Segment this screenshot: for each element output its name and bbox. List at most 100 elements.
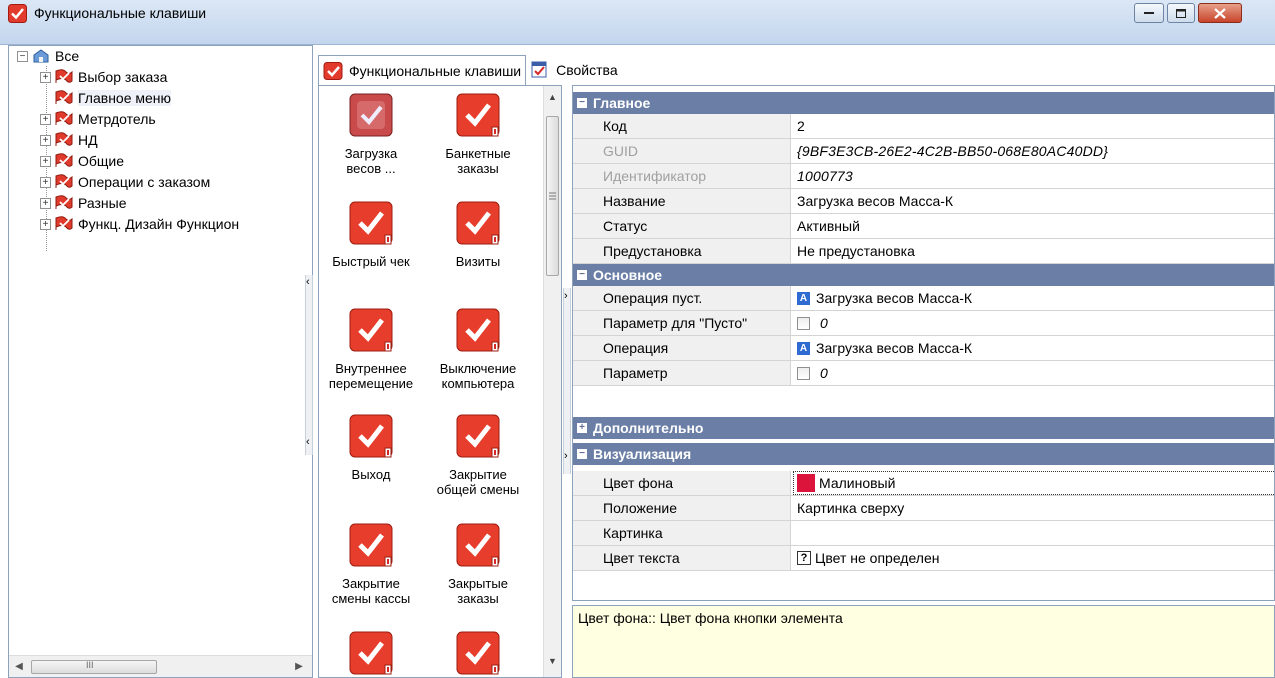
key-check-icon bbox=[349, 93, 393, 137]
maximize-button[interactable] bbox=[1167, 3, 1195, 23]
key-exit[interactable]: Выход bbox=[319, 414, 426, 482]
expand-icon[interactable]: + bbox=[40, 113, 51, 125]
prop-row-op-empty[interactable]: Операция пуст. A Загрузка весов Масса-К bbox=[573, 286, 1274, 311]
category-tree: − Все + Выбор заказа Главное меню + Метр… bbox=[9, 46, 312, 655]
param-empty-checkbox[interactable] bbox=[797, 316, 810, 330]
prop-row-status[interactable]: Статус Активный bbox=[573, 214, 1274, 239]
prop-row-guid[interactable]: GUID {9BF3E3CB-26E2-4C2B-BB50-068E80AC40… bbox=[573, 139, 1274, 164]
red-check-icon bbox=[323, 61, 343, 80]
tab-label: Функциональные клавиши bbox=[349, 62, 522, 79]
keys-vertical-scrollbar[interactable]: ▲ ▼ bbox=[543, 86, 561, 677]
expand-icon[interactable]: + bbox=[40, 71, 51, 83]
collapse-icon[interactable]: − bbox=[577, 270, 587, 280]
tree-item-misc[interactable]: + Разные bbox=[40, 193, 127, 213]
expand-icon[interactable]: + bbox=[40, 155, 51, 167]
section-visual[interactable]: − Визуализация bbox=[573, 443, 1274, 465]
key-close-common-shift[interactable]: Закрытие общей смены bbox=[423, 414, 533, 497]
scroll-left-icon[interactable]: ◀ bbox=[11, 659, 27, 675]
key-close-cash-shift[interactable]: Закрытие смены кассы bbox=[319, 523, 426, 606]
prop-row-identifier[interactable]: Идентификатор 1000773 bbox=[573, 164, 1274, 189]
expand-icon[interactable]: + bbox=[40, 197, 51, 209]
tree-item-maitre[interactable]: + Метрдотель bbox=[40, 109, 156, 129]
red-flag-icon bbox=[55, 90, 73, 104]
key-label: Визиты bbox=[455, 254, 501, 269]
prop-row-position[interactable]: Положение Картинка сверху bbox=[573, 496, 1274, 521]
prop-row-bg-color[interactable]: Цвет фона Малиновый bbox=[573, 471, 1274, 496]
tree-item-func-design[interactable]: + Функц. Дизайн Функцион bbox=[40, 214, 239, 234]
tree-item-label: Функц. Дизайн Функцион bbox=[78, 216, 240, 232]
prop-row-picture[interactable]: Картинка bbox=[573, 521, 1274, 546]
prop-row-operation[interactable]: Операция A Загрузка весов Масса-К bbox=[573, 336, 1274, 361]
tab-properties[interactable]: Свойства bbox=[526, 55, 621, 85]
scroll-right-icon[interactable]: ▶ bbox=[291, 659, 307, 675]
expand-icon[interactable]: + bbox=[577, 423, 587, 433]
prop-row-text-color[interactable]: Цвет текста ? Цвет не определен bbox=[573, 546, 1274, 571]
key-banquet-orders[interactable]: Банкетные заказы bbox=[423, 93, 533, 176]
key-check-icon bbox=[456, 308, 500, 352]
key-check-icon bbox=[349, 523, 393, 567]
tree-item-order-select[interactable]: + Выбор заказа bbox=[40, 67, 167, 87]
middle-splitter[interactable] bbox=[563, 288, 571, 474]
key-visits[interactable]: Визиты bbox=[423, 201, 533, 269]
prop-row-preset[interactable]: Предустановка Не предустановка bbox=[573, 239, 1274, 264]
collapse-left-icon[interactable]: ‹ bbox=[306, 436, 310, 448]
expand-icon[interactable]: + bbox=[40, 134, 51, 146]
prop-row-code[interactable]: Код 2 bbox=[573, 114, 1274, 139]
key-check-icon bbox=[349, 631, 393, 675]
tree-root-label: Все bbox=[55, 48, 80, 64]
left-splitter[interactable] bbox=[305, 275, 313, 455]
key-quick-check[interactable]: Быстрый чек bbox=[319, 201, 426, 269]
scroll-grip: III bbox=[86, 660, 94, 670]
close-button[interactable] bbox=[1198, 3, 1242, 23]
scroll-thumb[interactable]: III bbox=[31, 660, 157, 674]
tree-item-nd[interactable]: + НД bbox=[40, 130, 98, 150]
red-flag-icon bbox=[55, 132, 73, 146]
section-main[interactable]: − Главное bbox=[573, 92, 1274, 114]
section-basic[interactable]: − Основное bbox=[573, 264, 1274, 286]
collapse-icon[interactable]: − bbox=[17, 50, 28, 62]
expand-icon[interactable]: + bbox=[40, 218, 51, 230]
key-shutdown[interactable]: Выключение компьютера bbox=[423, 308, 533, 391]
minimize-button[interactable] bbox=[1134, 3, 1164, 23]
expand-icon[interactable]: + bbox=[40, 176, 51, 188]
expand-right-icon[interactable]: › bbox=[564, 290, 568, 302]
tab-label: Свойства bbox=[556, 62, 618, 78]
collapse-icon[interactable]: − bbox=[577, 449, 587, 459]
tree-item-label: Разные bbox=[78, 195, 127, 211]
scroll-up-icon[interactable]: ▲ bbox=[544, 92, 561, 108]
tree-panel: − Все + Выбор заказа Главное меню + Метр… bbox=[8, 45, 313, 678]
key-unnamed[interactable] bbox=[319, 631, 426, 677]
prop-row-name[interactable]: Название Загрузка весов Масса-К bbox=[573, 189, 1274, 214]
tree-item-main-menu[interactable]: Главное меню bbox=[54, 88, 172, 108]
scroll-down-icon[interactable]: ▼ bbox=[544, 656, 561, 672]
function-keys-panel: Загрузка весов ... Банкетные заказы Быстры… bbox=[318, 85, 562, 678]
tree-item-label: Операции с заказом bbox=[78, 174, 211, 190]
key-check-icon bbox=[456, 523, 500, 567]
title-bar: Функциональные клавиши bbox=[0, 0, 1275, 45]
red-flag-icon bbox=[55, 195, 73, 209]
key-label: Выход bbox=[351, 467, 391, 482]
tree-horizontal-scrollbar[interactable]: ◀ III ▶ bbox=[9, 655, 312, 677]
tree-item-label: Главное меню bbox=[78, 90, 172, 106]
tab-function-keys[interactable]: Функциональные клавиши bbox=[318, 55, 527, 85]
key-label: Закрытие смены кассы bbox=[331, 576, 411, 606]
prop-row-param[interactable]: Параметр 0 bbox=[573, 361, 1274, 386]
key-unnamed[interactable] bbox=[423, 631, 533, 677]
collapse-icon[interactable]: − bbox=[577, 98, 587, 108]
expand-right-icon[interactable]: › bbox=[564, 450, 568, 462]
tree-item-order-ops[interactable]: + Операции с заказом bbox=[40, 172, 210, 192]
key-check-icon bbox=[349, 414, 393, 458]
tree-item-label: НД bbox=[78, 132, 98, 148]
key-internal-transfer[interactable]: Внутреннее перемещение bbox=[319, 308, 426, 391]
key-label: Загрузка весов ... bbox=[344, 146, 398, 176]
prop-row-param-empty[interactable]: Параметр для "Пусто" 0 bbox=[573, 311, 1274, 336]
scroll-thumb[interactable] bbox=[546, 116, 559, 276]
collapse-left-icon[interactable]: ‹ bbox=[306, 276, 310, 288]
tree-root[interactable]: − Все bbox=[17, 46, 79, 66]
key-closed-orders[interactable]: Закрытые заказы bbox=[423, 523, 533, 606]
param-checkbox[interactable] bbox=[797, 366, 810, 380]
section-extra[interactable]: + Дополнительно bbox=[573, 417, 1274, 439]
key-label: Внутреннее перемещение bbox=[328, 361, 414, 391]
key-load-scales[interactable]: Загрузка весов ... bbox=[319, 93, 426, 176]
tree-item-common[interactable]: + Общие bbox=[40, 151, 124, 171]
